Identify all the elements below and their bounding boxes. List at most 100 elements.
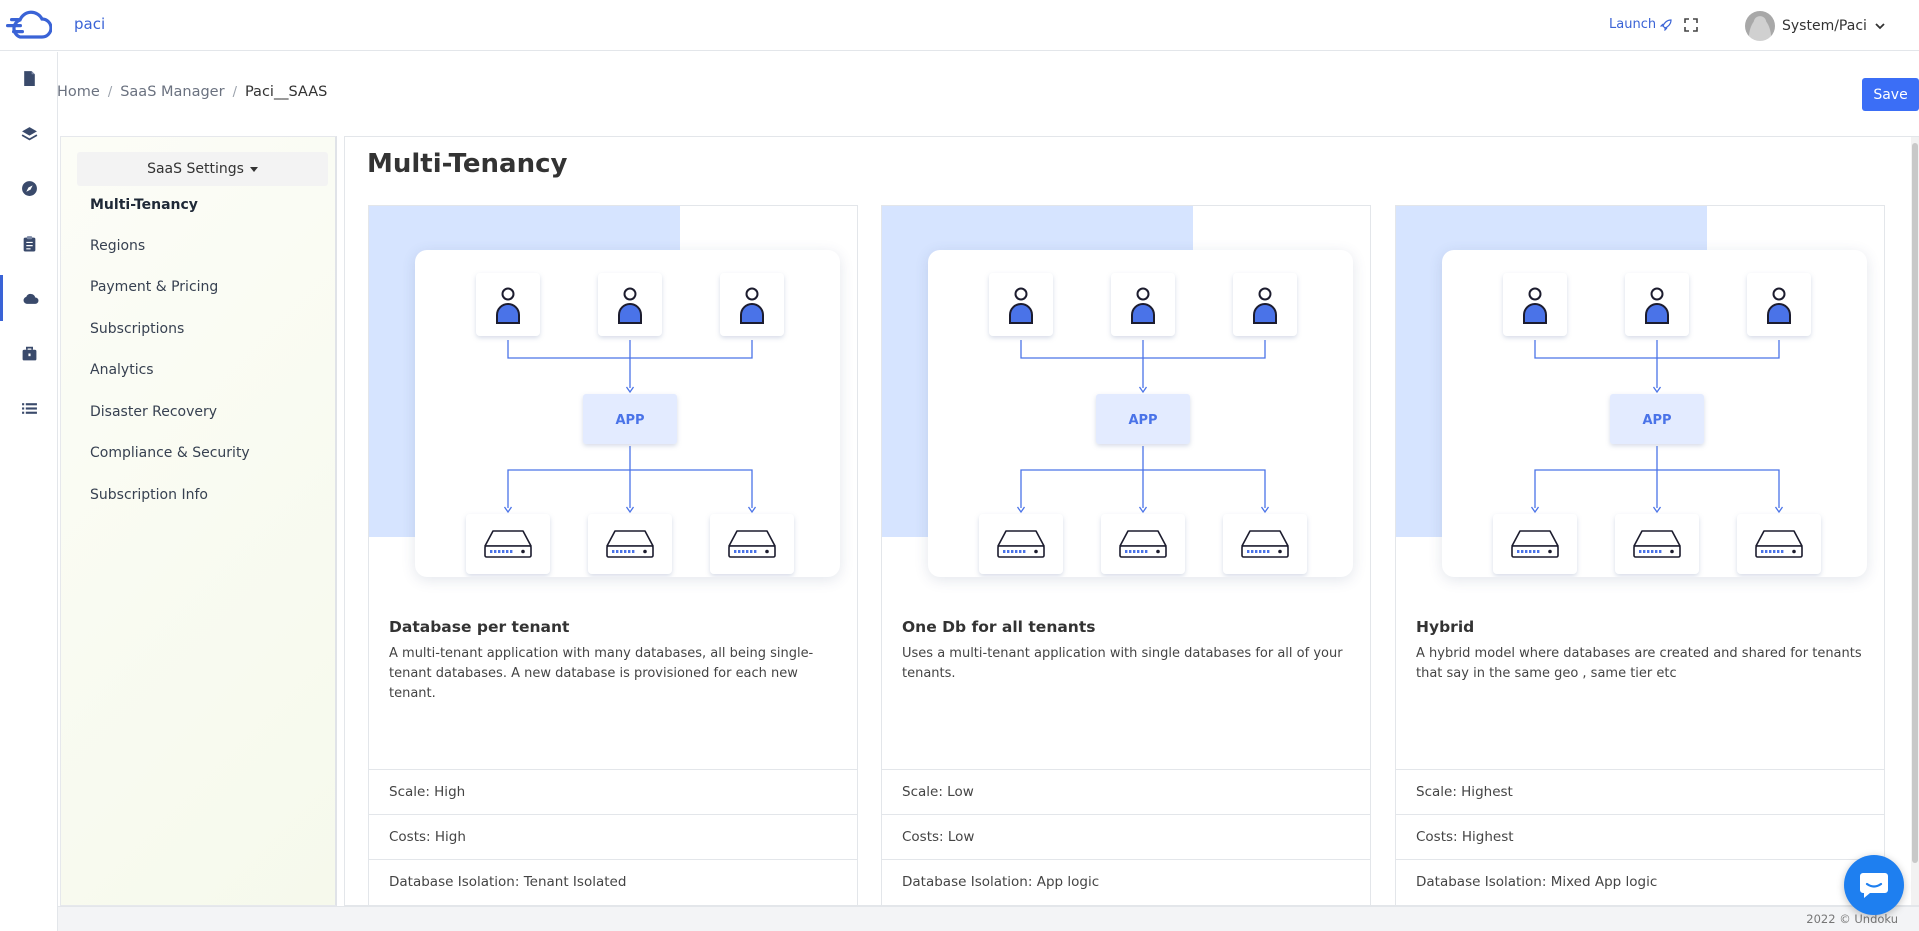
caret-down-icon: [249, 166, 258, 172]
app-node: APP: [1096, 394, 1190, 444]
user-node: [1747, 273, 1811, 336]
user-node: [598, 273, 662, 336]
document-icon: [23, 70, 35, 86]
user-node: [476, 273, 540, 336]
settings-item-compliance-security[interactable]: Compliance & Security: [90, 445, 250, 461]
database-node: [979, 514, 1063, 574]
main-content: Multi-Tenancy APP Database per tenant A …: [344, 136, 1919, 906]
launch-link[interactable]: Launch: [1609, 17, 1672, 32]
tenancy-card-database-per-tenant[interactable]: APP Database per tenant A multi-tenant a…: [368, 205, 858, 905]
rail-item-layers[interactable]: [0, 110, 58, 156]
user-node: [1233, 273, 1297, 336]
card-description: A hybrid model where databases are creat…: [1416, 646, 1862, 681]
settings-dropdown-label: SaaS Settings: [147, 161, 244, 177]
card-costs: Costs: High: [369, 814, 857, 859]
settings-item-payment-pricing[interactable]: Payment & Pricing: [90, 279, 218, 295]
tenancy-card-one-db[interactable]: APP One Db for all tenants Uses a multi-…: [881, 205, 1371, 905]
rail-item-documents[interactable]: [0, 55, 58, 101]
avatar: [1745, 11, 1775, 41]
card-scale: Scale: Highest: [1396, 769, 1884, 814]
architecture-diagram: APP: [1493, 273, 1821, 574]
fullscreen-icon[interactable]: [1683, 17, 1699, 33]
app-name[interactable]: paci: [74, 15, 105, 33]
tenancy-diagram: APP: [882, 206, 1370, 601]
user-node: [1503, 273, 1567, 336]
rail-item-cloud[interactable]: [0, 275, 58, 321]
footer-copyright: 2022 © Undoku: [1806, 912, 1898, 926]
user-node: [989, 273, 1053, 336]
app-node: APP: [1610, 394, 1704, 444]
breadcrumb-saas-manager[interactable]: SaaS Manager: [120, 84, 224, 100]
breadcrumb-separator: /: [232, 84, 237, 100]
rocket-icon: [1660, 18, 1672, 31]
card-isolation: Database Isolation: App logic: [882, 859, 1370, 904]
database-node: [1101, 514, 1185, 574]
settings-sidebar: SaaS Settings Multi-Tenancy Regions Paym…: [60, 136, 337, 906]
settings-item-multi-tenancy[interactable]: Multi-Tenancy: [90, 197, 198, 213]
settings-item-subscription-info[interactable]: Subscription Info: [90, 487, 208, 503]
launch-label: Launch: [1609, 17, 1657, 32]
scrollbar[interactable]: [1911, 137, 1919, 905]
breadcrumb-home[interactable]: Home: [57, 84, 100, 100]
architecture-diagram: APP: [466, 273, 794, 574]
card-title: One Db for all tenants: [902, 618, 1096, 636]
card-isolation: Database Isolation: Tenant Isolated: [369, 859, 857, 904]
settings-item-subscriptions[interactable]: Subscriptions: [90, 321, 184, 337]
user-name: System/Paci: [1782, 18, 1867, 34]
cloud-logo-icon[interactable]: [6, 9, 52, 41]
chat-widget-button[interactable]: [1844, 855, 1904, 915]
layers-icon: [21, 126, 37, 140]
chevron-down-icon: [1875, 23, 1885, 30]
breadcrumb-current: Paci__SAAS: [244, 84, 328, 100]
rail-item-explore[interactable]: [0, 165, 58, 211]
card-description: Uses a multi-tenant application with sin…: [902, 646, 1343, 681]
card-title: Database per tenant: [389, 618, 570, 636]
card-scale: Scale: High: [369, 769, 857, 814]
chat-icon: [1860, 873, 1888, 898]
settings-item-disaster-recovery[interactable]: Disaster Recovery: [90, 404, 217, 420]
page-title: Multi-Tenancy: [367, 149, 568, 179]
clipboard-icon: [23, 235, 35, 251]
card-title: Hybrid: [1416, 618, 1475, 636]
compass-icon: [21, 180, 37, 196]
architecture-diagram: APP: [979, 273, 1307, 574]
icon-rail: [0, 52, 58, 931]
save-button[interactable]: Save: [1862, 78, 1919, 111]
top-bar: paci Launch System/Paci: [0, 0, 1919, 51]
footer: 2022 © Undoku: [58, 906, 1919, 931]
settings-dropdown[interactable]: SaaS Settings: [77, 152, 328, 186]
user-node: [1625, 273, 1689, 336]
scrollbar-thumb[interactable]: [1912, 143, 1918, 863]
database-node: [710, 514, 794, 574]
database-node: [1493, 514, 1577, 574]
user-node: [720, 273, 784, 336]
list-icon: [21, 402, 37, 414]
card-costs: Costs: Highest: [1396, 814, 1884, 859]
svg-text:APP: APP: [1642, 413, 1671, 428]
user-menu[interactable]: System/Paci: [1745, 11, 1886, 41]
rail-item-projects[interactable]: [0, 330, 58, 376]
database-node: [1615, 514, 1699, 574]
app-node: APP: [583, 394, 677, 444]
breadcrumb: Home / SaaS Manager / Paci__SAAS: [57, 84, 327, 100]
tenancy-diagram: APP: [369, 206, 857, 601]
briefcase-icon: [22, 346, 36, 360]
database-node: [1223, 514, 1307, 574]
database-node: [1737, 514, 1821, 574]
database-node: [466, 514, 550, 574]
svg-text:APP: APP: [615, 413, 644, 428]
settings-item-regions[interactable]: Regions: [90, 238, 145, 254]
user-node: [1111, 273, 1175, 336]
card-isolation: Database Isolation: Mixed App logic: [1396, 859, 1884, 904]
rail-item-list[interactable]: [0, 385, 58, 431]
tenancy-card-hybrid[interactable]: APP Hybrid A hybrid model where database…: [1395, 205, 1885, 905]
card-costs: Costs: Low: [882, 814, 1370, 859]
svg-text:APP: APP: [1128, 413, 1157, 428]
rail-item-tasks[interactable]: [0, 220, 58, 266]
card-scale: Scale: Low: [882, 769, 1370, 814]
breadcrumb-separator: /: [107, 84, 113, 100]
cloud-icon: [23, 293, 39, 304]
settings-item-analytics[interactable]: Analytics: [90, 362, 154, 378]
tenancy-diagram: APP: [1396, 206, 1884, 601]
database-node: [588, 514, 672, 574]
